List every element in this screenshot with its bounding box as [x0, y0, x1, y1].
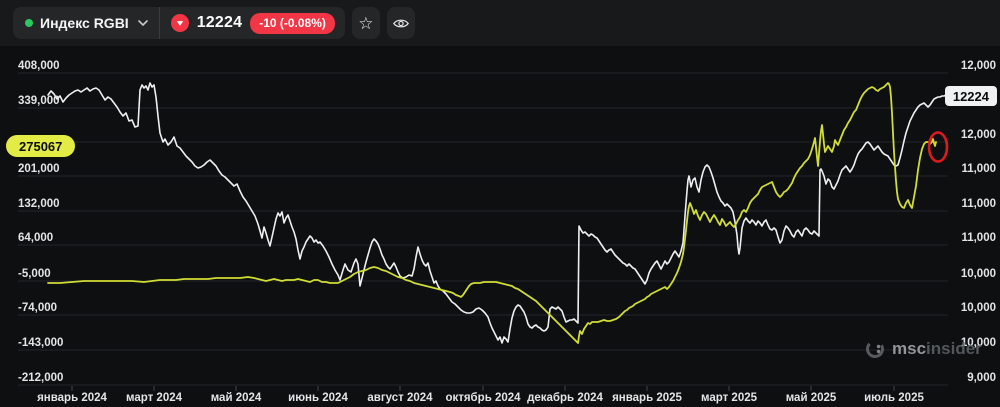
time-axis-label: октябрь 2024 [445, 392, 521, 404]
left-axis-label: 64,000 [18, 232, 53, 244]
trading-chart-widget: Индекс RGBI 12224 -10 (-0.08%) ☆ 408,000… [0, 0, 1000, 407]
right-axis-label: 10,000 [961, 302, 996, 314]
left-axis-label: 339,000 [18, 95, 60, 107]
highlight-circle-annotation [927, 131, 949, 163]
right-axis-label: 10,000 [961, 268, 996, 280]
time-axis-label: май 2024 [211, 392, 262, 404]
time-axis-label: март 2024 [126, 392, 183, 404]
left-axis-label: -212,000 [18, 372, 63, 384]
price-chart-canvas[interactable]: 408,00012,000339,00012,00012,000201,0001… [0, 0, 1000, 407]
right-axis-label: 12,000 [961, 60, 996, 72]
time-axis-label: декабрь 2024 [527, 392, 603, 404]
left-axis-label: -143,000 [18, 337, 63, 349]
right-series-value-pill: 12224 [944, 86, 997, 106]
left-axis-label: 408,000 [18, 60, 60, 72]
time-axis-label: август 2024 [367, 392, 433, 404]
left-axis-label: 132,000 [18, 198, 60, 210]
right-axis-label: 9,000 [967, 372, 996, 384]
left-axis-label: -74,000 [18, 302, 57, 314]
time-axis-label: июль 2025 [864, 392, 924, 404]
left-axis-label: -5,000 [18, 268, 51, 280]
series-line-rgbi-index [47, 82, 947, 344]
time-axis-label: январь 2025 [612, 392, 682, 404]
right-axis-label: 11,000 [961, 232, 996, 244]
time-axis-label: январь 2024 [37, 392, 107, 404]
right-axis-label: 11,000 [961, 163, 996, 175]
right-axis-label: 12,000 [961, 129, 996, 141]
left-series-value-pill: 275067 [6, 135, 76, 157]
time-axis-label: май 2025 [786, 392, 837, 404]
time-axis-label: июнь 2024 [288, 392, 348, 404]
mscinsider-logo-icon [866, 340, 884, 358]
time-axis-label: март 2025 [701, 392, 758, 404]
right-axis-label: 11,000 [961, 198, 996, 210]
watermark-text-light: insider [926, 339, 982, 358]
series-line-portfolio [47, 82, 937, 344]
watermark-text-bold: msc [892, 339, 927, 358]
left-axis-label: 201,000 [18, 163, 60, 175]
watermark: mscinsider [864, 338, 982, 360]
